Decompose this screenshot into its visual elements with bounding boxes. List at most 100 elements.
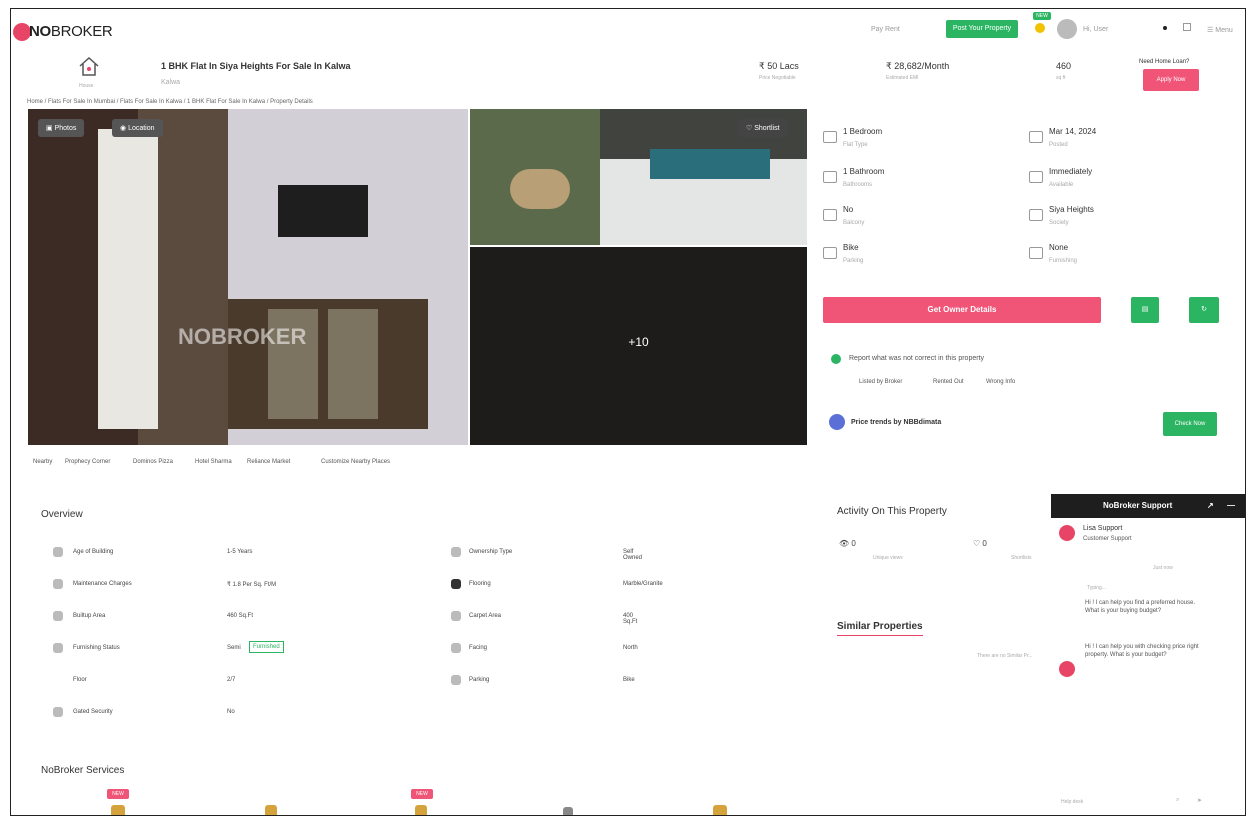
user-name[interactable]: Hi, User [1083, 26, 1108, 33]
chat-footer-label: Help desk [1061, 799, 1084, 805]
breadcrumb[interactable]: Home / Flats For Sale In Mumbai / Flats … [27, 99, 313, 105]
attach-icon[interactable]: ⌕ [1176, 797, 1179, 804]
price-trends-text: Price trends by NBBdimata [851, 419, 942, 426]
overview-row: Furnishing Status Semi Furnished Facing … [53, 641, 638, 663]
service-icon[interactable] [713, 805, 727, 815]
check-now-button[interactable]: Check Now [1163, 412, 1217, 436]
overview-row: Builtup Area 460 Sq.Ft Carpet Area 400 S… [53, 611, 637, 631]
new-badge: NEW [1033, 12, 1051, 20]
apply-now-button[interactable]: Apply Now [1143, 69, 1199, 91]
car-icon [823, 247, 837, 259]
facing-icon [451, 643, 461, 653]
eye-icon: 👁 [839, 539, 852, 548]
tv [278, 185, 368, 237]
bookmark-icon: ▤ [1141, 306, 1149, 313]
new-badge: NEW [107, 789, 129, 799]
menu-button[interactable]: ☰ Menu [1207, 26, 1233, 34]
agent-name: Lisa Support [1083, 525, 1123, 532]
cabinet-door [328, 309, 378, 419]
share-icon: ↻ [1201, 306, 1207, 313]
overview-row: Gated Security No [53, 707, 613, 727]
agent-role: Customer Support [1083, 536, 1132, 542]
floor-icon [53, 675, 63, 685]
report-link[interactable]: Listed by Broker [859, 379, 902, 385]
overview-row: Maintenance Charges ₹ 1.8 Per Sq. Ft/M F… [53, 579, 663, 599]
agent-avatar [1059, 661, 1075, 677]
share-button[interactable]: ↻ [1189, 297, 1219, 323]
photo-thumbnail[interactable]: ♡ Shortlist [470, 109, 807, 245]
save-property-button[interactable]: ▤ [1131, 297, 1159, 323]
overview-title: Overview [41, 509, 83, 520]
tab-place[interactable]: Reliance Market [247, 459, 290, 465]
balcony-icon [823, 209, 837, 221]
calendar-icon [1029, 131, 1043, 143]
building-icon [1029, 209, 1043, 221]
notification-icon[interactable] [1163, 26, 1167, 30]
bookmark-icon[interactable] [1183, 23, 1191, 31]
flooring-icon [451, 579, 461, 589]
clock-icon [1029, 171, 1043, 183]
send-icon[interactable]: ➤ [1197, 797, 1202, 804]
agent-avatar [1059, 525, 1075, 541]
service-icon[interactable] [415, 805, 427, 815]
house-label: House [79, 83, 94, 89]
views-count: 👁 0 [839, 539, 856, 548]
location-button[interactable]: ◉ Location [112, 119, 163, 137]
door-panel [98, 129, 158, 429]
property-title: 1 BHK Flat In Siya Heights For Sale In K… [161, 61, 351, 71]
furnished-chip[interactable]: Furnished [249, 641, 284, 653]
area: 460 [1056, 61, 1072, 71]
nobroker-logo[interactable]: NOBROKER [29, 23, 113, 40]
service-icon[interactable] [563, 807, 573, 815]
area-unit: sq ft [1056, 75, 1066, 81]
post-property-button[interactable]: Post Your Property [946, 20, 1018, 38]
expand-icon[interactable]: ↗ [1207, 501, 1214, 510]
more-photos[interactable]: +10 [470, 247, 807, 445]
hamburger-icon: ☰ [1207, 27, 1216, 34]
shortlist-button[interactable]: ♡ Shortlist [738, 119, 788, 137]
heart-icon: ♡ [746, 125, 755, 132]
furnishing-icon [53, 643, 63, 653]
report-icon [831, 354, 841, 364]
camera-icon: ▣ [46, 125, 55, 132]
avatar[interactable] [1057, 19, 1077, 39]
chat-message: Hi ! I can help you find a preferred hou… [1085, 600, 1196, 614]
tab-customize[interactable]: Customize Nearby Places [321, 459, 390, 465]
photos-button[interactable]: ▣ Photos [38, 119, 85, 137]
location-icon: ◉ [120, 125, 129, 132]
emi: ₹ 28,682/Month [886, 61, 950, 71]
page: NOBROKER Pay Rent Post Your Property NEW… [10, 8, 1246, 816]
main-photo[interactable]: NOBROKER ▣ Photos ◉ Location [28, 109, 468, 445]
services-title: NoBroker Services [41, 765, 125, 776]
typing-indicator: Typing... [1087, 585, 1106, 591]
tab-nearby[interactable]: Nearby [33, 459, 52, 465]
minimize-icon[interactable]: — [1227, 501, 1235, 510]
top-header: NOBROKER Pay Rent Post Your Property NEW… [11, 9, 1245, 49]
support-chat-header[interactable]: NoBroker Support ↗ — [1051, 494, 1245, 518]
get-owner-details-button[interactable]: Get Owner Details [823, 297, 1101, 323]
house-icon [77, 55, 101, 79]
security-icon [53, 707, 63, 717]
tab-place[interactable]: Hotel Sharma [195, 459, 232, 465]
ownership-icon [451, 547, 461, 557]
pay-rent-link[interactable]: Pay Rent [871, 26, 900, 33]
tab-place[interactable]: Prophecy Corner [65, 459, 110, 465]
sofa-icon [1029, 247, 1043, 259]
report-text[interactable]: Report what was not correct in this prop… [849, 355, 984, 362]
report-link[interactable]: Rented Out [933, 379, 964, 385]
home-loan-label: Need Home Loan? [1139, 59, 1190, 65]
service-icon[interactable] [111, 805, 125, 815]
heart-icon: ♡ [973, 539, 983, 548]
chat-message: Hi ! I can help you with checking price … [1085, 644, 1199, 658]
building-age-icon [53, 547, 63, 557]
tab-place[interactable]: Dominos Pizza [133, 459, 173, 465]
just-now: Just now [1153, 565, 1173, 571]
report-link[interactable]: Wrong Info [986, 379, 1015, 385]
service-icon[interactable] [265, 805, 277, 815]
property-locality: Kalwa [161, 79, 181, 86]
bath-icon [823, 171, 837, 183]
sofa [650, 149, 770, 179]
chair [510, 169, 570, 209]
views-label: Unique views [873, 555, 903, 561]
coin-icon[interactable] [1035, 23, 1045, 33]
